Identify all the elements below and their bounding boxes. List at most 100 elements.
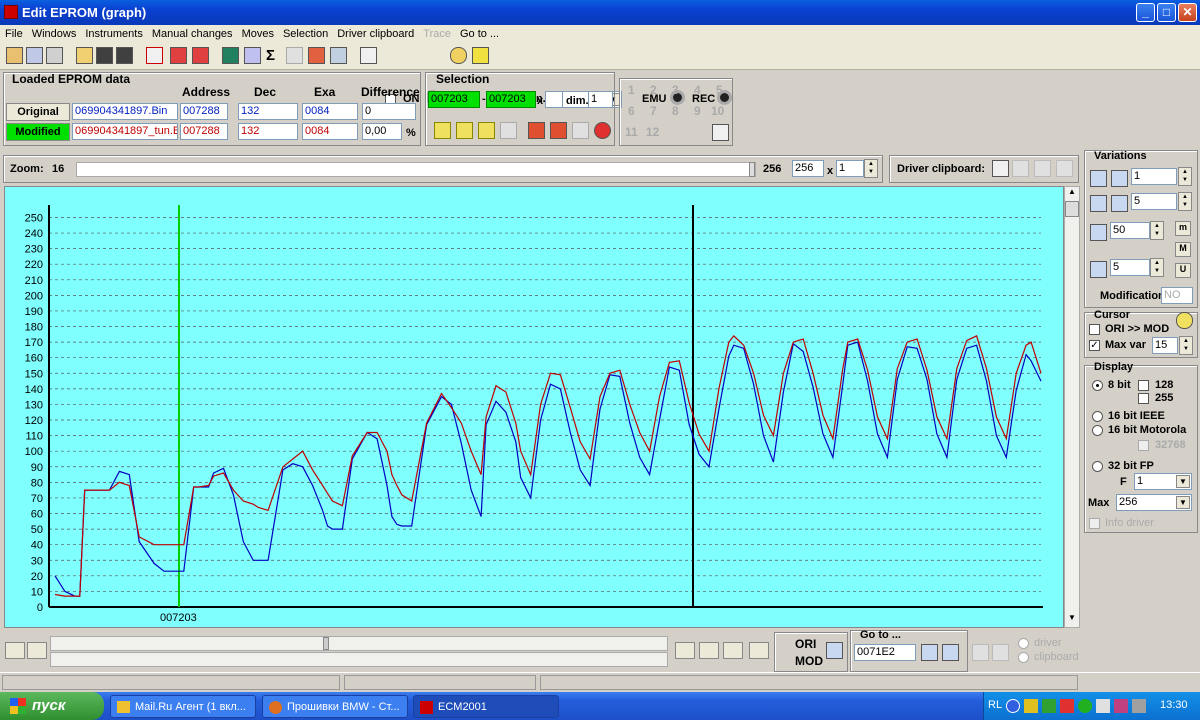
minimize-button[interactable]: _ xyxy=(1136,3,1155,22)
zoom-mult-field[interactable]: 1 xyxy=(836,160,864,177)
top-hscrollbar[interactable] xyxy=(50,636,668,651)
language-indicator[interactable]: RL xyxy=(988,699,1002,711)
maximize-button[interactable]: □ xyxy=(1157,3,1176,22)
16bit-ieee-radio[interactable] xyxy=(1092,411,1103,422)
selection-to-field[interactable]: 007203 xyxy=(486,91,536,108)
M-button[interactable]: M xyxy=(1175,242,1191,257)
goto-right-icon[interactable] xyxy=(942,644,959,661)
menu-selection[interactable]: Selection xyxy=(278,25,332,40)
variation-4-spinner[interactable]: ▲ ▼ xyxy=(1150,258,1164,277)
variation-2-field[interactable]: 5 xyxy=(1131,193,1177,210)
255-checkbox[interactable] xyxy=(1138,393,1149,404)
goto-field[interactable]: 0071E2 xyxy=(854,644,916,661)
variation-3-spinner[interactable]: ▲ ▼ xyxy=(1150,221,1164,240)
original-dec-field[interactable]: 132 xyxy=(238,103,298,120)
var-dec2-icon[interactable] xyxy=(1111,195,1128,212)
ori-mod-checkbox[interactable] xyxy=(1089,324,1100,335)
lock-icon[interactable] xyxy=(450,47,467,64)
sel-right-icon[interactable] xyxy=(478,122,495,139)
edit-graph-icon[interactable] xyxy=(244,47,261,64)
selection-from-field[interactable]: 007203 xyxy=(428,91,480,108)
update-icon[interactable] xyxy=(1132,699,1146,713)
dim-field[interactable]: 1 xyxy=(588,91,613,108)
mod-button[interactable]: MOD xyxy=(795,654,823,668)
modified-file-field[interactable]: 069904341897_tun.Bi xyxy=(72,123,178,140)
calculator-icon[interactable] xyxy=(222,47,239,64)
var-percent-icon[interactable] xyxy=(1090,224,1107,241)
eprom-graph[interactable]: 0 10 20 30 40 50 60 70 80 90 100 110 120 130 140 150 160… xyxy=(5,187,1063,627)
last-icon[interactable] xyxy=(699,642,719,659)
swap-icon[interactable] xyxy=(826,642,843,659)
32bit-fp-radio[interactable] xyxy=(1092,461,1103,472)
max-var-checkbox[interactable]: ✓ xyxy=(1089,340,1100,351)
zoom-field[interactable]: 256 xyxy=(792,160,824,177)
ori-button[interactable]: ORI xyxy=(795,637,816,651)
f-select[interactable]: 1 ▼ xyxy=(1134,473,1192,490)
windows-icon[interactable] xyxy=(26,47,43,64)
max-select[interactable]: 256 ▼ xyxy=(1116,494,1192,511)
zoom-mult-spinner[interactable]: ▲ ▼ xyxy=(864,159,878,178)
menu-goto[interactable]: Go to ... xyxy=(455,25,503,40)
graph-vscrollbar[interactable]: ▲ ▼ xyxy=(1064,186,1080,628)
graph-area[interactable]: 0 10 20 30 40 50 60 70 80 90 100 110 120 130 140 150 160… xyxy=(4,186,1064,628)
variation-1-field[interactable]: 1 xyxy=(1131,168,1177,185)
messenger-icon[interactable] xyxy=(1114,699,1128,713)
undo-icon[interactable] xyxy=(594,122,611,139)
copy-ori-icon[interactable] xyxy=(528,122,545,139)
save-as-icon[interactable] xyxy=(116,47,133,64)
selection-x-field[interactable] xyxy=(545,91,563,108)
security-icon[interactable] xyxy=(1024,699,1038,713)
chart-icon[interactable] xyxy=(330,47,347,64)
prev-icon[interactable] xyxy=(27,642,47,659)
original-address-field[interactable]: 007288 xyxy=(180,103,228,120)
check-icon[interactable] xyxy=(146,47,163,64)
menu-driver-clipboard[interactable]: Driver clipboard xyxy=(332,25,418,40)
var-inc-icon[interactable] xyxy=(1090,170,1107,187)
clipboard-copy-icon[interactable] xyxy=(992,160,1009,177)
128-checkbox[interactable] xyxy=(1138,380,1149,391)
bottom-hscrollbar[interactable] xyxy=(50,652,668,667)
next-icon[interactable] xyxy=(675,642,695,659)
zero-icon[interactable] xyxy=(192,47,209,64)
home-icon[interactable] xyxy=(6,47,23,64)
modified-exa-field[interactable]: 0084 xyxy=(302,123,358,140)
menu-windows[interactable]: Windows xyxy=(27,25,81,40)
modified-dec-field[interactable]: 132 xyxy=(238,123,298,140)
kaspersky-icon[interactable] xyxy=(1060,699,1074,713)
scroll-down-icon[interactable]: ▼ xyxy=(1065,613,1079,627)
variation-4-field[interactable]: 5 xyxy=(1110,259,1150,276)
export-icon[interactable] xyxy=(308,47,325,64)
cursor-lock-icon[interactable] xyxy=(1176,312,1193,329)
task-mailru[interactable]: Mail.Ru Агент (1 вкл... xyxy=(110,695,256,718)
network-icon[interactable] xyxy=(1078,699,1092,713)
compare-icon[interactable] xyxy=(170,47,187,64)
open-folder-icon[interactable] xyxy=(76,47,93,64)
filter-icon[interactable] xyxy=(360,47,377,64)
next-mark-icon[interactable] xyxy=(749,642,769,659)
U-button[interactable]: U xyxy=(1175,263,1191,278)
sel-mid-icon[interactable] xyxy=(456,122,473,139)
16bit-motorola-radio[interactable] xyxy=(1092,425,1103,436)
zoom-slider[interactable] xyxy=(76,162,756,177)
menu-moves[interactable]: Moves xyxy=(237,25,278,40)
var-p-icon[interactable] xyxy=(1090,261,1107,278)
map-edit-icon[interactable] xyxy=(712,124,729,141)
scroll-thumb[interactable] xyxy=(1065,201,1079,217)
original-exa-field[interactable]: 0084 xyxy=(302,103,358,120)
var-inc2-icon[interactable] xyxy=(1090,195,1107,212)
variation-1-spinner[interactable]: ▲ ▼ xyxy=(1178,167,1192,186)
first-icon[interactable] xyxy=(5,642,25,659)
max-var-field[interactable]: 15 xyxy=(1152,337,1178,354)
scroll-up-icon[interactable]: ▲ xyxy=(1065,187,1079,201)
sum-icon[interactable]: Σ xyxy=(266,47,275,64)
save-icon[interactable] xyxy=(96,47,113,64)
volume-icon[interactable] xyxy=(1096,699,1110,713)
menu-file[interactable]: File xyxy=(0,25,27,40)
start-button[interactable]: пуск xyxy=(0,692,104,720)
modified-address-field[interactable]: 007288 xyxy=(180,123,228,140)
menu-manual-changes[interactable]: Manual changes xyxy=(147,25,237,40)
modified-button[interactable]: Modified xyxy=(6,123,70,141)
original-file-field[interactable]: 069904341897.Bin xyxy=(72,103,178,120)
m-button[interactable]: m xyxy=(1175,221,1191,236)
variation-2-spinner[interactable]: ▲ ▼ xyxy=(1178,192,1192,211)
